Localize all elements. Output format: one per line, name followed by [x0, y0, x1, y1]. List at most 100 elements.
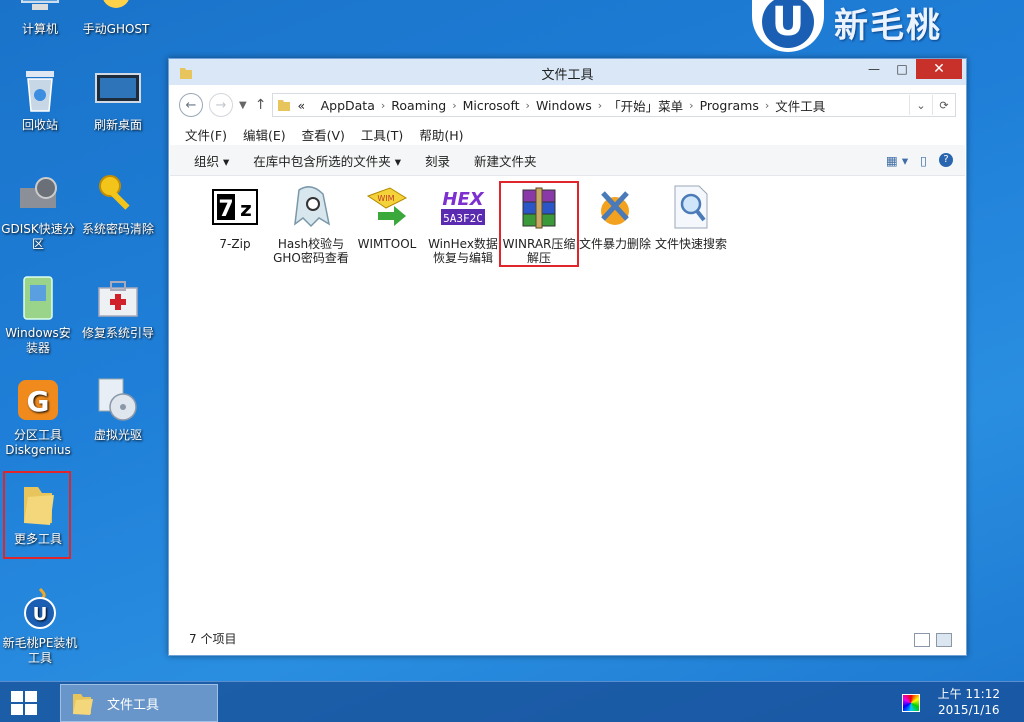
desktop-icon-label: 计算机: [21, 22, 58, 36]
new-folder-button[interactable]: 新建文件夹: [474, 151, 537, 170]
address-bar[interactable]: « AppData › Roaming › Microsoft › Windows › …: [272, 93, 956, 117]
svg-text:5A3F2C: 5A3F2C: [443, 212, 483, 225]
quick-search-icon: [667, 183, 715, 231]
organize-button[interactable]: 组织 ▾: [194, 151, 229, 170]
breadcrumb-windows[interactable]: Windows: [536, 98, 592, 113]
refresh-icon[interactable]: ⟳: [932, 95, 955, 115]
breadcrumb-microsoft[interactable]: Microsoft: [463, 98, 520, 113]
breadcrumb-appdata[interactable]: AppData: [321, 98, 375, 113]
svg-text:7: 7: [218, 197, 233, 222]
svg-text:z: z: [240, 197, 252, 221]
taskbar-item-file-tools[interactable]: 文件工具: [60, 684, 218, 722]
svg-text:HEX: HEX: [442, 189, 484, 210]
burn-button[interactable]: 刻录: [425, 151, 450, 170]
desktop-icon-gdisk[interactable]: GDISK快速分区: [0, 170, 76, 252]
file-item-winrar[interactable]: WINRAR压缩解压: [499, 181, 579, 267]
file-item-hash[interactable]: Hash校验与GHO密码查看: [273, 183, 349, 265]
clock-time: 上午 11:12: [937, 687, 1000, 701]
details-view-icon[interactable]: [914, 633, 930, 647]
start-button[interactable]: [10, 690, 38, 720]
ghost-icon: [92, 0, 140, 18]
folder-icon: [278, 100, 291, 111]
desktop-icon-recycle-bin[interactable]: 回收站: [2, 66, 78, 133]
windows-installer-icon: [14, 274, 62, 322]
file-item-7zip[interactable]: 7z 7-Zip: [197, 183, 273, 265]
minimize-button[interactable]: —: [860, 59, 888, 79]
desktop-icon-label: 手动GHOST: [82, 22, 150, 36]
desktop-icon-label: 分区工具Diskgenius: [5, 428, 71, 457]
window-titlebar[interactable]: 文件工具 — □ ✕: [169, 59, 966, 85]
brand-u-icon: U: [752, 0, 824, 52]
tray-color-icon[interactable]: [902, 694, 920, 712]
desktop-icon-manual-ghost[interactable]: 手动GHOST: [78, 0, 154, 37]
view-options-icon[interactable]: ▦ ▾: [886, 153, 908, 168]
up-arrow-icon[interactable]: ↑: [255, 97, 267, 113]
maximize-button[interactable]: □: [888, 59, 916, 79]
close-button[interactable]: ✕: [916, 59, 962, 79]
desktop-icon-label: 新毛桃PE装机工具: [2, 636, 78, 665]
desktop-icon-repair-boot[interactable]: 修复系统引导: [80, 274, 156, 341]
explorer-window[interactable]: 文件工具 — □ ✕ ← → ▼ ↑ « AppData › Roaming › M…: [168, 58, 967, 656]
desktop-icon-virtual-drive[interactable]: 虚拟光驱: [80, 376, 156, 443]
virtual-drive-icon: [94, 376, 142, 424]
breadcrumb-roaming[interactable]: Roaming: [391, 98, 446, 113]
desktop-icon-refresh-desktop[interactable]: 刷新桌面: [80, 66, 156, 133]
file-item-winhex[interactable]: HEX 5A3F2C WinHex数据恢复与编辑: [425, 183, 501, 265]
item-count: 7 个项目: [189, 632, 237, 646]
forward-button[interactable]: →: [209, 93, 233, 117]
menu-edit[interactable]: 编辑(E): [243, 125, 286, 144]
winrar-icon: [515, 183, 563, 231]
help-icon[interactable]: ?: [939, 153, 953, 167]
desktop-icon-computer[interactable]: 计算机: [2, 0, 78, 37]
address-dropdown-icon[interactable]: ⌄: [909, 95, 932, 115]
pe-installer-icon: U: [16, 584, 64, 632]
desktop-icon-label: 虚拟光驱: [93, 428, 142, 442]
desktop-icon-label: 系统密码清除: [81, 222, 154, 236]
hash-ghost-icon: [287, 183, 335, 231]
file-label: 文件快速搜索: [654, 237, 727, 251]
7zip-icon: 7z: [211, 183, 259, 231]
system-clock[interactable]: 上午 11:12 2015/1/16: [938, 686, 1000, 718]
refresh-desktop-icon: [94, 66, 142, 114]
preview-pane-icon[interactable]: ▯: [920, 153, 927, 168]
recent-dropdown-icon[interactable]: ▼: [239, 100, 247, 111]
file-item-quick-search[interactable]: 文件快速搜索: [653, 183, 729, 265]
menu-view[interactable]: 查看(V): [302, 125, 345, 144]
menu-help[interactable]: 帮助(H): [419, 125, 463, 144]
file-list: 7z 7-Zip Hash校验与GHO密码查看 WIM WIMTOOL HEX 5…: [197, 181, 729, 267]
desktop-icon-label: 刷新桌面: [93, 118, 142, 132]
brand-logo: U 新毛桃: [752, 0, 942, 52]
first-aid-icon: [94, 274, 142, 322]
desktop-icon-windows-installer[interactable]: Windows安装器: [0, 274, 76, 356]
windows-logo-icon: [11, 691, 37, 715]
file-item-wimtool[interactable]: WIM WIMTOOL: [349, 183, 425, 265]
desktop-icon-label: GDISK快速分区: [1, 222, 75, 251]
breadcrumb-programs[interactable]: Programs: [700, 98, 759, 113]
folder-icon: [73, 694, 93, 715]
file-label: WinHex数据恢复与编辑: [428, 237, 498, 265]
breadcrumb-overflow[interactable]: «: [297, 98, 305, 113]
large-icons-view-icon[interactable]: [936, 633, 952, 647]
menu-tools[interactable]: 工具(T): [361, 125, 403, 144]
breadcrumb-file-tools[interactable]: 文件工具: [775, 96, 825, 115]
desktop-icon-label: Windows安装器: [5, 326, 71, 355]
window-title: 文件工具: [541, 68, 594, 83]
highlight-more-tools: [3, 471, 71, 559]
taskbar-item-label: 文件工具: [107, 697, 160, 713]
desktop-icon-password-clear[interactable]: 系统密码清除: [80, 170, 156, 237]
breadcrumb-start-menu[interactable]: 「开始」菜单: [608, 96, 683, 115]
include-in-library-button[interactable]: 在库中包含所选的文件夹 ▾: [253, 151, 401, 170]
back-button[interactable]: ←: [179, 93, 203, 117]
file-item-force-delete[interactable]: 文件暴力删除: [577, 183, 653, 265]
computer-icon: [16, 0, 64, 18]
desktop-icon-pe-installer[interactable]: U 新毛桃PE装机工具: [2, 584, 78, 666]
menu-bar: 文件(F) 编辑(E) 查看(V) 工具(T) 帮助(H): [185, 125, 463, 144]
svg-text:G: G: [27, 385, 50, 418]
command-bar: 组织 ▾ 在库中包含所选的文件夹 ▾ 刻录 新建文件夹 ▦ ▾ ▯ ?: [170, 145, 965, 176]
file-label: 7-Zip: [219, 237, 251, 251]
recycle-bin-icon: [16, 66, 64, 114]
menu-file[interactable]: 文件(F): [185, 125, 227, 144]
svg-text:U: U: [33, 604, 48, 625]
force-delete-icon: [591, 183, 639, 231]
desktop-icon-diskgenius[interactable]: G 分区工具Diskgenius: [0, 376, 76, 458]
